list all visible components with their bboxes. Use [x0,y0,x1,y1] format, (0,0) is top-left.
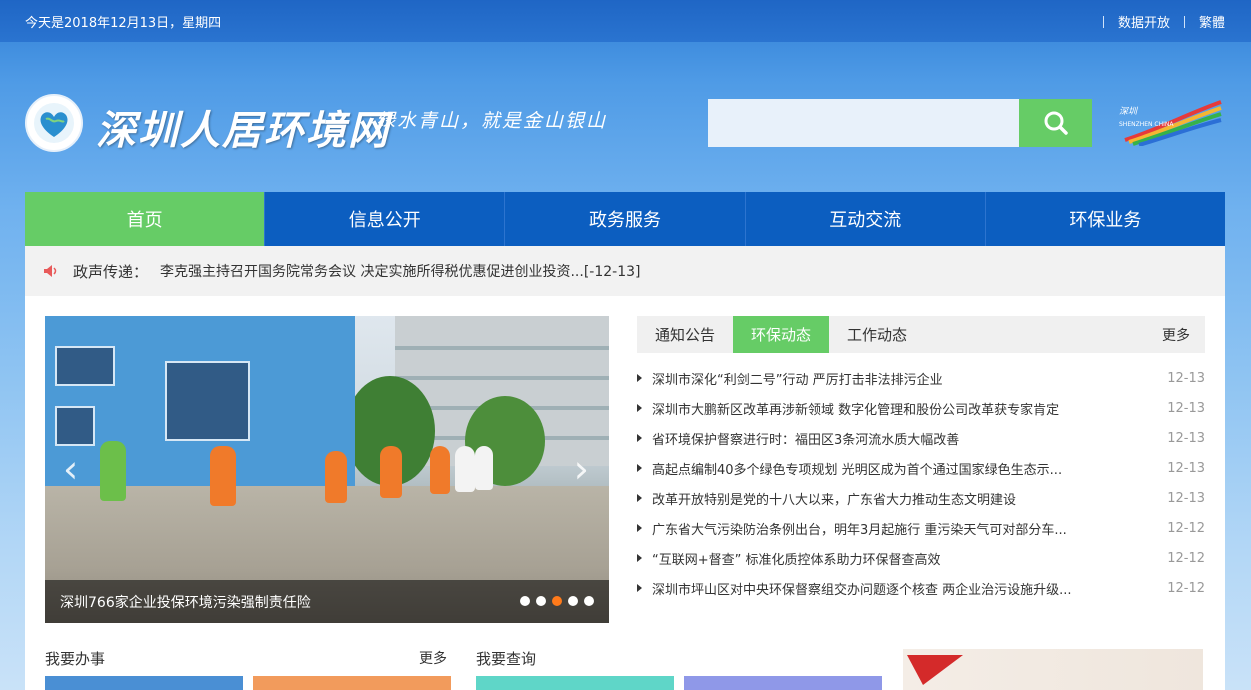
data-open-link[interactable]: 数据开放 [1118,12,1170,31]
nav-gov-services[interactable]: 政务服务 [504,192,744,246]
bullet-icon [637,464,642,472]
slider-dot-5[interactable] [584,596,594,606]
slider-dot-2[interactable] [536,596,546,606]
list-item[interactable]: 深圳市深化“利剑二号”行动 严厉打击非法排污企业 12-13 [637,363,1205,393]
shenzhen-city-logo: 深圳 SHENZHEN CHINA [1117,100,1225,150]
news-list: 深圳市深化“利剑二号”行动 严厉打击非法排污企业 12-13 深圳市大鹏新区改革再… [637,363,1205,603]
affairs-tile-2[interactable] [253,676,451,690]
announcement-ticker: 政声传递： 李克强主持召开国务院常务会议 决定实施所得税优惠促进创业投资...[… [25,246,1225,296]
slider-dot-3[interactable] [552,596,562,606]
bullet-icon [637,404,642,412]
nav-home[interactable]: 首页 [25,192,265,246]
query-tile-2[interactable] [684,676,882,690]
ticker-link[interactable]: 李克强主持召开国务院常务会议 决定实施所得税优惠促进创业投资...[-12-13… [160,261,640,281]
slider-prev-button[interactable]: ‹ [63,450,78,488]
news-title: 高起点编制40多个绿色专项规划 光明区成为首个通过国家绿色生态示... [652,462,1063,478]
slide-person [475,446,493,490]
tab-work-news[interactable]: 工作动态 [829,316,925,353]
svg-text:SHENZHEN CHINA: SHENZHEN CHINA [1119,121,1174,128]
heart-globe-icon [34,103,74,143]
tab-notices[interactable]: 通知公告 [637,316,733,353]
slide-person [455,446,475,492]
news-more-link[interactable]: 更多 [1162,325,1190,345]
news-panel: 通知公告 环保动态 工作动态 更多 深圳市深化“利剑二号”行动 严厉打击非法排污… [637,316,1205,603]
list-item[interactable]: 高起点编制40多个绿色专项规划 光明区成为首个通过国家绿色生态示... 12-13 [637,453,1205,483]
slider-dots [520,596,594,606]
bullet-icon [637,554,642,562]
slider-dot-4[interactable] [568,596,578,606]
site-title: 深圳人居环境网 [96,107,390,154]
news-date: 12-12 [1167,520,1205,536]
news-date: 12-13 [1167,490,1205,506]
speaker-icon [43,264,59,278]
slider-next-button[interactable]: › [574,450,589,488]
news-date: 12-12 [1167,580,1205,596]
nav-interaction[interactable]: 互动交流 [744,192,985,246]
affairs-more-link[interactable]: 更多 [419,648,447,668]
news-date: 12-12 [1167,550,1205,566]
list-item[interactable]: 深圳市大鹏新区改革再涉新领域 数字化管理和股份公司改革获专家肯定 12-13 [637,393,1205,423]
bullet-icon [637,434,642,442]
search-icon [1044,111,1068,135]
list-item[interactable]: 广东省大气污染防治条例出台，明年3月起施行 重污染天气可对部分车... 12-12 [637,513,1205,543]
bullet-icon [637,494,642,502]
traditional-chinese-link[interactable]: 繁體 [1199,12,1225,31]
slide-person [325,451,347,503]
affairs-tile-1[interactable] [45,676,243,690]
current-date: 今天是2018年12月13日，星期四 [25,16,222,31]
news-date: 12-13 [1167,400,1205,416]
search-button[interactable] [1019,99,1092,147]
top-links: 数据开放 繁體 [1089,12,1225,31]
query-section-title: 我要查询 [476,650,537,668]
slide-person [430,446,450,494]
news-title: “互联网+督查” 标准化质控体系助力环保督查高效 [652,552,941,568]
news-title: 广东省大气污染防治条例出台，明年3月起施行 重污染天气可对部分车... [652,522,1067,538]
content-panel: 政声传递： 李克强主持召开国务院常务会议 决定实施所得税优惠促进创业投资...[… [25,246,1225,690]
query-tile-1[interactable] [476,676,674,690]
news-date: 12-13 [1167,430,1205,446]
slide-person [380,446,402,498]
divider [1102,15,1104,28]
slide-person [100,441,126,501]
slide-caption-text: 深圳766家企业投保环境污染强制责任险 [60,594,311,611]
list-item[interactable]: 改革开放特别是党的十八大以来，广东省大力推动生态文明建设 12-13 [637,483,1205,513]
site-slogan: 绿水青山，就是金山银山 [376,110,608,132]
news-title: 改革开放特别是党的十八大以来，广东省大力推动生态文明建设 [652,492,1017,508]
list-item[interactable]: 深圳市坪山区对中央环保督察组交办问题逐个核查 两企业治污设施升级... 12-12 [637,573,1205,603]
site-logo[interactable] [25,94,83,152]
list-item[interactable]: “互联网+督查” 标准化质控体系助力环保督查高效 12-12 [637,543,1205,573]
bullet-icon [637,374,642,382]
news-title: 深圳市坪山区对中央环保督察组交办问题逐个核查 两企业治污设施升级... [652,582,1072,598]
affairs-section-title: 我要办事 [45,650,106,668]
main-nav: 首页 信息公开 政务服务 互动交流 环保业务 [25,192,1225,246]
search-input[interactable] [708,99,1020,147]
slide-person [210,446,236,506]
nav-env-business[interactable]: 环保业务 [984,192,1225,246]
promo-banner[interactable] [903,649,1203,690]
news-date: 12-13 [1167,460,1205,476]
news-title: 省环境保护督察进行时：福田区3条河流水质大幅改善 [652,432,960,448]
photo-slider[interactable]: ‹ › 深圳766家企业投保环境污染强制责任险 [45,316,609,623]
top-bar: 今天是2018年12月13日，星期四 数据开放 繁體 [0,0,1251,42]
nav-info-disclosure[interactable]: 信息公开 [264,192,504,246]
slider-dot-1[interactable] [520,596,530,606]
svg-text:深圳: 深圳 [1119,106,1139,117]
ticker-label: 政声传递： [73,262,149,281]
news-date: 12-13 [1167,370,1205,386]
news-title: 深圳市大鹏新区改革再涉新领域 数字化管理和股份公司改革获专家肯定 [652,402,1060,418]
news-title: 深圳市深化“利剑二号”行动 严厉打击非法排污企业 [652,372,943,388]
divider [1183,15,1185,28]
bullet-icon [637,584,642,592]
bullet-icon [637,524,642,532]
list-item[interactable]: 省环境保护督察进行时：福田区3条河流水质大幅改善 12-13 [637,423,1205,453]
shenzhen-rainbow-icon: 深圳 SHENZHEN CHINA [1119,100,1222,147]
tab-env-news[interactable]: 环保动态 [733,316,830,353]
news-tabs: 通知公告 环保动态 工作动态 更多 [637,316,1205,353]
red-flag-icon [907,655,963,685]
slide-building-blue [45,316,355,506]
